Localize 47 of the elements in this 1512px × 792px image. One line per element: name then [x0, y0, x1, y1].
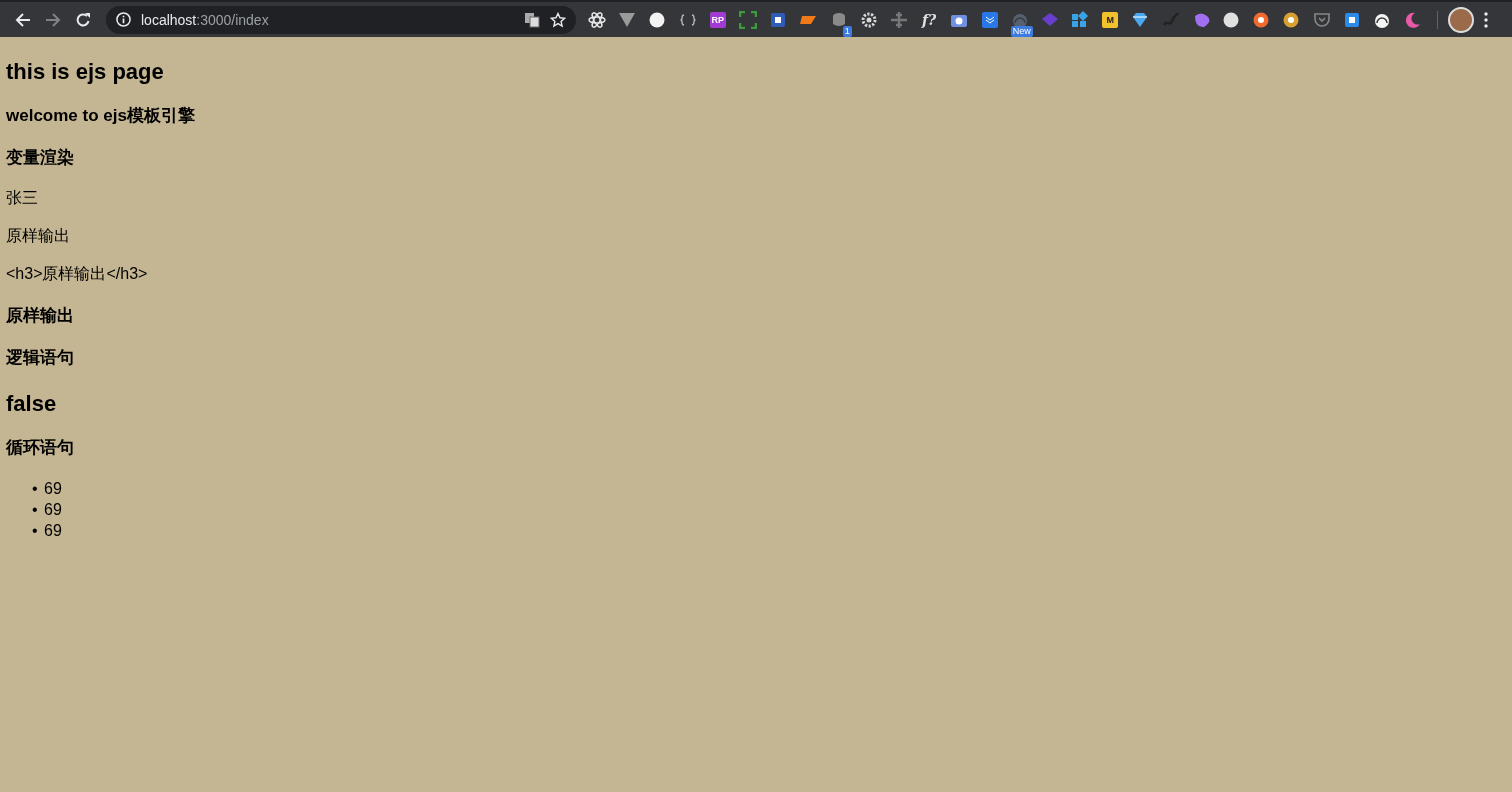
list-item: 69: [44, 500, 62, 520]
pocket-icon[interactable]: [1312, 10, 1331, 29]
heading: welcome to ejs模板引擎: [6, 105, 196, 127]
heading: this is ejs page: [6, 59, 165, 85]
vee-icon[interactable]: [618, 10, 637, 29]
list-item: 69: [44, 479, 62, 499]
extension-icon[interactable]: f?: [922, 11, 937, 28]
reload-icon[interactable]: [75, 11, 91, 28]
ring-icon[interactable]: [1252, 10, 1271, 29]
bullet: •: [32, 521, 39, 541]
translate-icon[interactable]: [524, 11, 540, 28]
heading: 循环语句: [6, 437, 75, 459]
url-text: localhost:3000/index: [141, 11, 270, 28]
address-bar[interactable]: localhost:3000/index: [106, 5, 576, 34]
menu-icon[interactable]: [1484, 11, 1489, 28]
atom-icon[interactable]: [588, 10, 607, 29]
heading: 变量渲染: [6, 147, 75, 169]
paragraph: 原样输出: [6, 226, 71, 246]
square-icon[interactable]: [1342, 10, 1361, 29]
avatar-icon[interactable]: [1448, 6, 1475, 33]
heading: false: [6, 391, 58, 417]
list-item: 69: [44, 521, 62, 541]
info-icon: [116, 12, 131, 27]
count-badge: 1: [842, 25, 852, 37]
count-badge: New: [1010, 25, 1033, 37]
gear-icon[interactable]: [859, 10, 878, 29]
forward-icon[interactable]: [45, 11, 61, 28]
cross-icon[interactable]: [889, 10, 908, 29]
heading: 逻辑语句: [6, 347, 75, 369]
bullet: •: [32, 500, 39, 520]
corners-icon[interactable]: [739, 10, 758, 29]
bullet: •: [32, 479, 39, 499]
extension-icon[interactable]: M: [1102, 11, 1119, 28]
heading: 原样输出: [6, 305, 75, 327]
back-icon[interactable]: [15, 11, 31, 28]
circle-icon[interactable]: [648, 10, 667, 29]
circle-icon[interactable]: [1222, 10, 1241, 29]
moon-icon[interactable]: [1403, 10, 1422, 29]
paragraph: <h3>原样输出</h3>: [6, 264, 149, 284]
gem-icon[interactable]: [1131, 10, 1150, 29]
square-icon[interactable]: [769, 10, 788, 29]
ring-icon[interactable]: [1282, 10, 1301, 29]
star-icon[interactable]: [550, 11, 566, 28]
extension-icon[interactable]: RP: [709, 11, 726, 28]
paragraph: 张三: [6, 188, 39, 208]
extension-icon[interactable]: [981, 11, 998, 28]
grid-icon[interactable]: [1071, 10, 1090, 29]
